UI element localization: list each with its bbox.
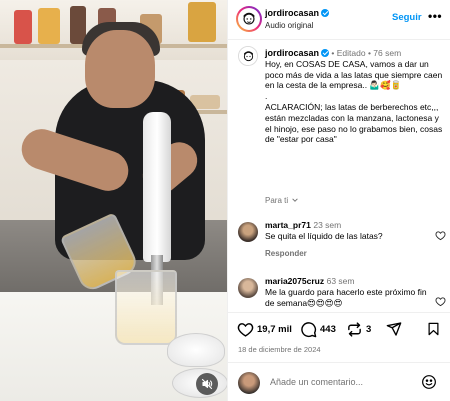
caption-text: Hoy, en COSAS DE CASA, vamos a dar un po…	[265, 58, 443, 91]
translation-label: Para ti	[265, 196, 289, 205]
caption-age: • 76 sem	[367, 48, 402, 58]
post-caption: jordirocasan • Editado • 76 sem Hoy, en …	[265, 48, 445, 145]
like-button[interactable]: 19,7 mil	[237, 321, 292, 338]
author-face-icon	[243, 50, 253, 61]
mute-icon	[201, 378, 213, 390]
commenter-username[interactable]: maria2075cruz	[265, 276, 324, 286]
commenter-avatar[interactable]	[238, 278, 258, 298]
comments-count: 443	[320, 324, 336, 335]
translation-toggle[interactable]: Para ti	[265, 196, 299, 205]
commenter-avatar[interactable]	[238, 222, 258, 242]
post-details-panel: jordirocasan Audio original Seguir ••• j…	[227, 0, 450, 401]
comment-text: Me la guardo para hacerlo este próximo f…	[265, 287, 427, 308]
share-icon	[386, 322, 402, 336]
caption-dot: .	[265, 91, 268, 102]
save-button[interactable]	[426, 321, 441, 337]
caption-avatar[interactable]	[238, 46, 258, 66]
post-date: 18 de diciembre de 2024	[238, 345, 321, 354]
current-user-avatar	[238, 372, 260, 394]
instagram-post: jordirocasan Audio original Seguir ••• j…	[0, 0, 450, 401]
post-video[interactable]	[0, 0, 227, 401]
comment-icon	[301, 322, 317, 338]
chevron-down-icon	[292, 198, 299, 202]
reposts-count: 3	[366, 324, 372, 335]
heart-icon[interactable]	[435, 296, 446, 307]
comment-time: 63 sem	[326, 276, 355, 286]
add-comment-bar: Añade un comentario...	[228, 362, 450, 401]
mixing-glass	[115, 270, 177, 345]
more-icon[interactable]: •••	[428, 9, 442, 23]
post-actions-bar: 19,7 mil 443 3 18 de diciembre de 2024	[228, 312, 450, 366]
hand-blender	[143, 112, 171, 262]
audio-link[interactable]: Audio original	[265, 21, 313, 30]
repost-icon	[348, 322, 361, 337]
mute-button[interactable]	[196, 373, 218, 395]
author-username[interactable]: jordirocasan	[265, 8, 319, 18]
bookmark-icon	[428, 322, 439, 336]
edited-label: • Editado	[331, 48, 366, 58]
heart-icon	[237, 323, 254, 337]
caption-author[interactable]: jordirocasan	[265, 48, 319, 58]
caption-clarification: ACLARACIÓN; las latas de berberechos etc…	[265, 101, 443, 145]
author-face-icon	[243, 12, 255, 25]
repost-button[interactable]: 3	[346, 321, 371, 338]
likes-count: 19,7 mil	[257, 324, 292, 335]
emoji-icon[interactable]	[421, 374, 437, 390]
bowl	[167, 333, 225, 367]
author-username-row[interactable]: jordirocasan	[265, 8, 330, 18]
follow-button[interactable]: Seguir	[392, 12, 422, 23]
comment-text: Se quita el líquido de las latas?	[265, 231, 383, 241]
author-avatar[interactable]	[236, 6, 262, 32]
comment-time: 23 sem	[313, 220, 342, 230]
post-header: jordirocasan Audio original Seguir •••	[228, 0, 450, 40]
heart-icon[interactable]	[435, 230, 446, 241]
verified-icon	[321, 9, 330, 17]
share-button[interactable]	[386, 321, 402, 337]
reply-button[interactable]: Responder	[265, 249, 433, 258]
comment-input[interactable]: Añade un comentario...	[270, 377, 363, 387]
comment-button[interactable]: 443	[300, 321, 336, 338]
commenter-username[interactable]: marta_pr71	[265, 220, 311, 230]
verified-icon	[321, 49, 330, 57]
